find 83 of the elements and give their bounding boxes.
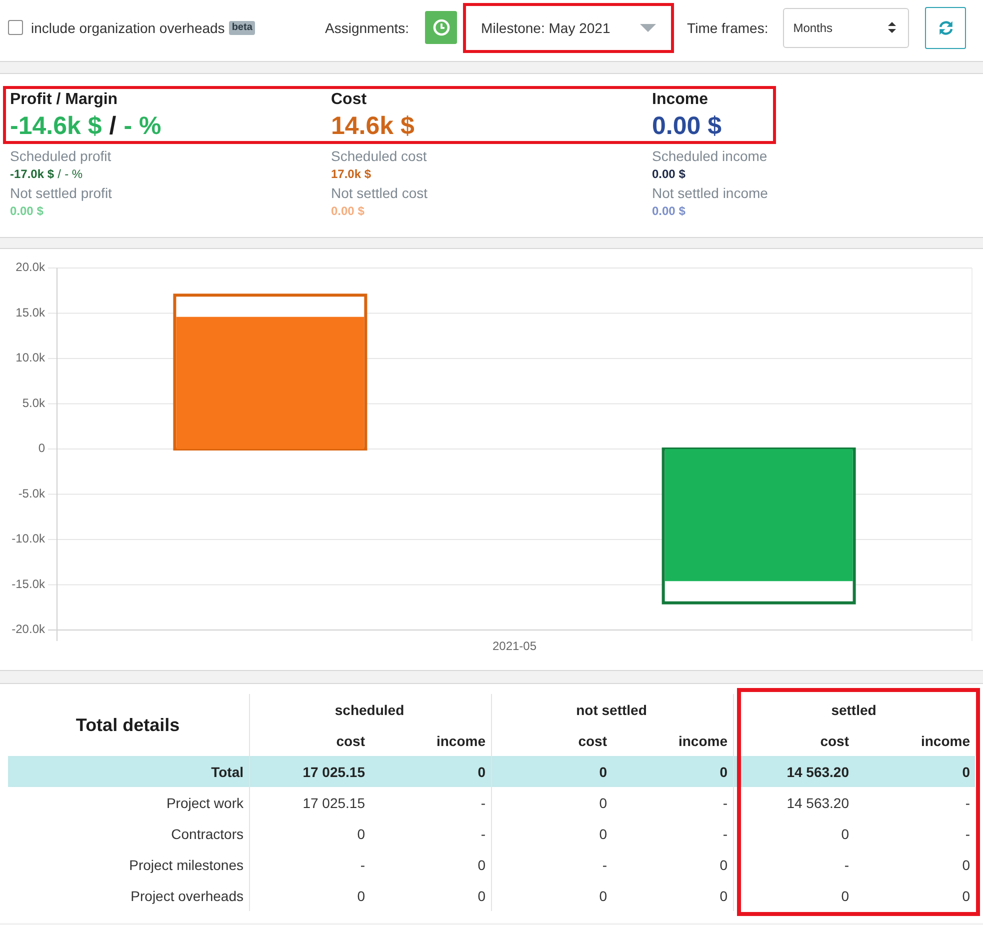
table-cell: - bbox=[612, 787, 733, 818]
row-label: Project work bbox=[8, 787, 249, 818]
detail-label: Scheduled income bbox=[652, 147, 768, 165]
y-tick-label: -5.0k bbox=[18, 486, 45, 500]
table-cell: 0 bbox=[612, 849, 733, 880]
summary-value: 0.00 $ bbox=[652, 111, 723, 141]
detail-label: Scheduled cost bbox=[331, 147, 428, 165]
column-group-header: scheduled bbox=[249, 694, 491, 725]
row-label: Project milestones bbox=[8, 849, 249, 880]
table-cell: 17 025.15 bbox=[249, 787, 370, 818]
table-cell: 0 bbox=[612, 756, 733, 787]
table-cell: 14 563.20 bbox=[733, 756, 854, 787]
table-cell: - bbox=[854, 787, 975, 818]
table-cell: 0 bbox=[733, 818, 854, 849]
y-tick-label: 20.0k bbox=[16, 260, 45, 274]
refresh-button[interactable] bbox=[925, 6, 966, 48]
detail-value: -17.0k $ / - % bbox=[10, 166, 84, 183]
time-frames-label: Time frames: bbox=[687, 20, 768, 36]
table-cell: 0 bbox=[249, 818, 370, 849]
table-cell: 0 bbox=[370, 849, 491, 880]
table-cell: 0 bbox=[370, 756, 491, 787]
overheads-checkbox[interactable] bbox=[8, 20, 23, 35]
column-header: income bbox=[612, 725, 733, 756]
row-label: Project overheads bbox=[8, 880, 249, 911]
caret-icon bbox=[640, 24, 656, 32]
table-cell: 0 bbox=[491, 756, 612, 787]
row-label: Contractors bbox=[8, 818, 249, 849]
table-cell: - bbox=[733, 849, 854, 880]
milestone-dropdown[interactable]: Milestone: May 2021 bbox=[466, 6, 672, 50]
table-cell: 14 563.20 bbox=[733, 787, 854, 818]
row-label: Total bbox=[8, 756, 249, 787]
y-tick-label: 5.0k bbox=[22, 396, 45, 410]
table-cell: 0 bbox=[249, 880, 370, 911]
assignments-label: Assignments: bbox=[325, 20, 410, 36]
detail-label: Not settled income bbox=[652, 184, 769, 202]
table-cell: 17 025.15 bbox=[249, 756, 370, 787]
table-cell: 0 bbox=[370, 880, 491, 911]
overheads-label[interactable]: include organization overheads bbox=[31, 20, 225, 36]
y-tick-label: 0 bbox=[38, 441, 45, 456]
detail-value: 0.00 $ bbox=[331, 203, 366, 220]
summary-value: 14.6k $ bbox=[331, 111, 416, 141]
table-cell: - bbox=[249, 849, 370, 880]
up-down-caret-icon bbox=[888, 22, 896, 33]
column-group-header: settled bbox=[733, 694, 975, 725]
detail-label: Scheduled profit bbox=[10, 147, 112, 165]
table-cell: 0 bbox=[733, 880, 854, 911]
assignments-button[interactable] bbox=[425, 11, 458, 44]
detail-value: 0.00 $ bbox=[652, 166, 686, 183]
y-tick-label: -15.0k bbox=[12, 576, 45, 591]
summary-title: Profit / Margin bbox=[10, 90, 119, 110]
detail-label: Not settled cost bbox=[331, 184, 428, 202]
summary-value: -14.6k $ / - % bbox=[10, 111, 162, 141]
x-tick-label: 2021-05 bbox=[492, 639, 537, 654]
detail-value: 0.00 $ bbox=[10, 203, 44, 220]
time-frame-select[interactable]: Months bbox=[783, 8, 910, 48]
detail-value: 0.00 $ bbox=[652, 203, 686, 220]
y-tick-label: 15.0k bbox=[16, 305, 45, 320]
table-cell: 0 bbox=[491, 880, 612, 911]
y-tick-label: -20.0k bbox=[12, 622, 45, 636]
table-cell: - bbox=[612, 818, 733, 849]
beta-badge: beta bbox=[228, 20, 256, 34]
column-header: income bbox=[370, 725, 491, 756]
detail-label: Not settled profit bbox=[10, 184, 113, 202]
table-cell: 0 bbox=[612, 880, 733, 911]
table-cell-text: 0 bbox=[961, 856, 971, 874]
table-cell-text: - bbox=[964, 824, 971, 844]
table-title: Total details bbox=[8, 694, 249, 756]
summary-title: Income bbox=[652, 90, 710, 110]
table-cell: - bbox=[370, 818, 491, 849]
y-tick-label: -10.0k bbox=[12, 532, 45, 546]
table-cell: 0 bbox=[491, 818, 612, 849]
column-group-header: not settled bbox=[491, 694, 733, 725]
table-cell: - bbox=[370, 787, 491, 818]
clock-icon bbox=[432, 19, 450, 36]
column-header: income bbox=[854, 725, 975, 756]
summary-title: Cost bbox=[331, 90, 368, 110]
detail-value: 17.0k $ bbox=[331, 166, 372, 183]
table-cell: 0 bbox=[854, 756, 975, 787]
refresh-icon bbox=[936, 18, 955, 36]
table-cell: - bbox=[491, 849, 612, 880]
table-cell: 0 bbox=[491, 787, 612, 818]
y-tick-label: 10.0k bbox=[16, 350, 45, 365]
table-cell-text: 0 bbox=[961, 886, 971, 906]
